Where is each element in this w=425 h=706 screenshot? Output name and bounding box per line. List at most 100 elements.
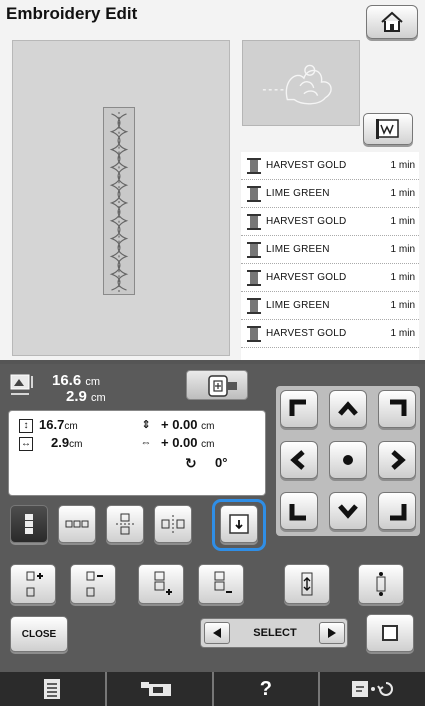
embroidery-design[interactable] <box>103 107 135 295</box>
vertical-size-icon: ↕ <box>19 419 33 433</box>
design-height-value: 2.9 <box>66 388 87 405</box>
design-preview <box>242 40 360 126</box>
center-button[interactable] <box>329 441 367 479</box>
split-horizontal-button[interactable] <box>154 505 192 543</box>
thread-color-name: HARVEST GOLD <box>266 160 347 171</box>
thread-ww-icon <box>376 119 399 139</box>
chevron-up-icon <box>338 401 358 416</box>
offset-vertical: + 0.00 cm <box>161 417 214 432</box>
settings-button[interactable] <box>320 672 425 706</box>
select-control: SELECT <box>200 618 348 648</box>
thread-spool-icon <box>247 297 261 314</box>
move-up-button[interactable] <box>329 390 367 428</box>
cut-button[interactable] <box>284 564 330 604</box>
move-up-right-button[interactable] <box>378 390 416 428</box>
embroidery-edit-view: Embroidery Edit HARVEST GOLD 1 min LIME … <box>0 0 425 360</box>
thread-color-name: LIME GREEN <box>266 300 330 311</box>
thread-color-row[interactable]: HARVEST GOLD 1 min <box>241 152 419 180</box>
repeat-add-icon <box>154 571 172 595</box>
increase-spacing-button[interactable] <box>10 564 56 604</box>
page-button[interactable] <box>0 672 107 706</box>
design-preview-icon <box>262 64 332 105</box>
home-icon <box>381 11 403 32</box>
vertical-layout-button[interactable] <box>10 505 48 543</box>
home-button[interactable] <box>366 5 418 39</box>
select-label: SELECT <box>253 627 297 639</box>
thread-color-row[interactable]: HARVEST GOLD 1 min <box>241 208 419 236</box>
thread-color-button[interactable] <box>363 113 413 145</box>
corner-up-left-icon <box>289 399 306 416</box>
move-pad <box>276 386 420 536</box>
thread-mark-set-icon <box>376 572 386 596</box>
triangle-right-icon <box>328 628 336 638</box>
corner-down-left-icon <box>289 504 306 521</box>
thread-color-row[interactable]: HARVEST GOLD 1 min <box>241 320 419 348</box>
thread-color-name: HARVEST GOLD <box>266 328 347 339</box>
embroidery-canvas[interactable] <box>12 40 230 356</box>
horizontal-layout-button[interactable] <box>58 505 96 543</box>
move-up-left-button[interactable] <box>280 390 318 428</box>
thread-spool-icon <box>247 325 261 342</box>
thread-color-row[interactable]: LIME GREEN 1 min <box>241 236 419 264</box>
size-icon <box>10 374 33 395</box>
offset-horizontal-value: + 0.00 <box>161 435 198 450</box>
split-vertical-button[interactable] <box>106 505 144 543</box>
offset-horizontal: + 0.00 cm <box>161 435 214 450</box>
spacing-tool-row <box>8 562 420 606</box>
horizontal-size-value: 2.9 <box>51 435 70 450</box>
page-title: Embroidery Edit <box>6 4 138 23</box>
offset-vertical-unit: cm <box>201 421 215 432</box>
design-width-value: 16.6 <box>52 372 82 389</box>
chevron-down-icon <box>338 504 358 519</box>
move-down-right-button[interactable] <box>378 492 416 530</box>
select-next-button[interactable] <box>319 622 345 644</box>
thread-color-name: HARVEST GOLD <box>266 272 347 283</box>
square-icon <box>382 625 398 641</box>
horizontal-size-icon: ↔ <box>19 437 33 451</box>
horizontal-size: 2.9cm <box>51 435 82 450</box>
offset-horizontal-unit: cm <box>201 439 215 450</box>
thread-color-time: 1 min <box>390 272 415 283</box>
horizontal-layout-icon <box>65 520 89 528</box>
rotation-icon: ↻ <box>185 455 197 471</box>
thread-color-name: LIME GREEN <box>266 188 330 199</box>
close-button[interactable]: CLOSE <box>10 616 68 652</box>
add-repeat-button[interactable] <box>138 564 184 604</box>
help-button[interactable]: ? <box>214 672 321 706</box>
highlight-ring <box>212 499 266 551</box>
hoop-button[interactable] <box>186 370 248 400</box>
offset-vertical-icon: ⇕ <box>141 419 151 431</box>
remove-repeat-button[interactable] <box>198 564 244 604</box>
vertical-size: 16.7cm <box>39 417 78 432</box>
thread-mark-set-button[interactable] <box>358 564 404 604</box>
vertical-size-unit: cm <box>64 421 78 432</box>
edit-control-panel: 16.6 cm 2.9 cm ↕ 16.7cm ↔ 2.9cm ⇕ + 0.00… <box>0 364 425 672</box>
thread-color-time: 1 min <box>390 244 415 255</box>
document-icon <box>44 679 61 699</box>
design-width: 16.6 cm <box>52 372 100 389</box>
thread-color-row[interactable]: LIME GREEN 1 min <box>241 292 419 320</box>
thread-color-name: HARVEST GOLD <box>266 216 347 227</box>
move-down-left-button[interactable] <box>280 492 318 530</box>
hoop-icon <box>208 375 237 397</box>
thread-color-row[interactable]: LIME GREEN 1 min <box>241 180 419 208</box>
thread-color-time: 1 min <box>390 216 415 227</box>
help-icon: ? <box>259 677 272 700</box>
move-left-button[interactable] <box>280 441 318 479</box>
thread-spool-icon <box>247 157 261 174</box>
thread-color-row[interactable]: HARVEST GOLD 1 min <box>241 264 419 292</box>
move-down-button[interactable] <box>329 492 367 530</box>
thread-color-time: 1 min <box>390 328 415 339</box>
select-all-button[interactable] <box>366 614 414 652</box>
corner-up-right-icon <box>390 399 407 416</box>
settings-icon <box>351 681 393 697</box>
select-prev-button[interactable] <box>204 622 230 644</box>
embroidery-unit-icon <box>141 682 172 696</box>
chevron-left-icon <box>290 450 305 470</box>
vertical-layout-icon <box>25 514 33 534</box>
move-right-button[interactable] <box>378 441 416 479</box>
offset-horizontal-icon: ⇔ <box>140 437 152 449</box>
design-pattern-icon <box>109 111 129 293</box>
decrease-spacing-button[interactable] <box>70 564 116 604</box>
embroidery-unit-button[interactable] <box>107 672 214 706</box>
